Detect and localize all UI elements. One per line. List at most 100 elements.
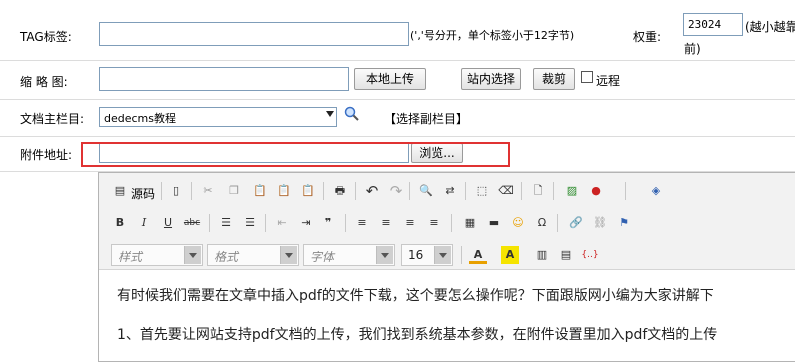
toolbar-divider <box>451 214 452 232</box>
format-placeholder: 格式 <box>214 250 239 264</box>
find-icon[interactable]: 🔍 <box>417 182 435 200</box>
cut-icon[interactable]: ✂ <box>199 182 217 200</box>
toolbar-row-3: 样式 格式 字体 16 A A ▥ ▤ {..} <box>105 241 795 269</box>
insert-code-icon[interactable]: {..} <box>581 246 599 264</box>
undo-icon[interactable]: ↶ <box>363 182 381 200</box>
select-all-icon[interactable]: ⬚ <box>473 182 491 200</box>
toolbar-divider <box>209 214 210 232</box>
content-line-1[interactable]: 有时候我们需要在文章中插入pdf的文件下载，这个要怎么操作呢？下面跟版网小编为大… <box>117 285 714 305</box>
blockquote-icon[interactable]: ❞ <box>319 214 337 232</box>
align-right-icon[interactable]: ≡ <box>401 214 419 232</box>
unlink-icon[interactable]: ⛓ <box>591 214 609 232</box>
toolbar-row-2: B I U abc ☰ ☰ ⇤ ⇥ ❞ ≡ ≡ ≡ ≡ ▦ ▬ ☺ Ω 🔗 ⛓ … <box>105 209 795 237</box>
chevron-down-icon <box>326 111 334 117</box>
category-select[interactable]: dedecms教程 <box>99 107 337 127</box>
weight-hint-2: 前) <box>684 42 701 56</box>
copy-icon[interactable]: ❐ <box>225 182 243 200</box>
remote-checkbox[interactable] <box>581 71 593 83</box>
toolbar-divider <box>521 182 522 200</box>
format-combo[interactable]: 格式 <box>207 244 299 266</box>
search-icon[interactable] <box>344 106 360 122</box>
bullet-list-icon[interactable]: ☰ <box>241 214 259 232</box>
attachment-label: 附件地址: <box>20 148 73 162</box>
toolbar-divider <box>553 182 554 200</box>
paste-word-icon[interactable]: 📋 <box>299 182 317 200</box>
tag-input[interactable] <box>99 22 409 46</box>
chevron-down-icon <box>434 246 451 264</box>
underline-icon[interactable]: U <box>159 214 177 232</box>
thumbnail-label: 缩 略 图: <box>20 75 68 89</box>
insert-file-icon[interactable]: ▤ <box>557 246 575 264</box>
toolbar-divider <box>161 182 162 200</box>
toolbar-divider <box>191 182 192 200</box>
toolbar-divider <box>323 182 324 200</box>
style-placeholder: 样式 <box>118 250 143 264</box>
category-selected: dedecms教程 <box>104 112 176 125</box>
toolbar-divider <box>557 214 558 232</box>
maximize-icon[interactable]: ◈ <box>647 182 665 200</box>
toolbar-divider <box>409 182 410 200</box>
align-center-icon[interactable]: ≡ <box>377 214 395 232</box>
editor-toolbar: ▤ 源码 ▯ ✂ ❐ 📋 📋 📋 🖶 ↶ ↷ 🔍 ⇄ ⬚ ⌫ 🗋 ▨ ● ◈ B… <box>99 173 795 270</box>
ordered-list-icon[interactable]: ☰ <box>217 214 235 232</box>
source-icon[interactable]: ▤ <box>111 182 129 200</box>
toolbar-divider <box>461 246 462 264</box>
replace-icon[interactable]: ⇄ <box>441 182 459 200</box>
size-combo[interactable]: 16 <box>401 244 453 266</box>
strikethrough-icon[interactable]: abc <box>183 214 201 232</box>
align-justify-icon[interactable]: ≡ <box>425 214 443 232</box>
site-select-button[interactable]: 站内选择 <box>461 68 521 90</box>
preview-icon[interactable]: 🗋 <box>529 182 547 200</box>
eraser-icon[interactable]: ⌫ <box>497 182 515 200</box>
weight-hint-1: (越小越靠 <box>745 20 795 34</box>
text-color-icon[interactable]: A <box>469 246 487 264</box>
anchor-flag-icon[interactable]: ⚑ <box>615 214 633 232</box>
toolbar-divider <box>625 182 626 200</box>
weight-input[interactable] <box>683 13 743 36</box>
highlight-box <box>81 142 510 167</box>
table-icon[interactable]: ▦ <box>461 214 479 232</box>
tag-label: TAG标签: <box>20 30 72 44</box>
outdent-icon[interactable]: ⇤ <box>273 214 291 232</box>
category-label: 文档主栏目: <box>20 112 85 126</box>
chevron-down-icon <box>376 246 393 264</box>
tag-row: TAG标签: (','号分开，单个标签小于12字节) 权重: (越小越靠 前) <box>0 0 795 61</box>
rich-text-editor: ▤ 源码 ▯ ✂ ❐ 📋 📋 📋 🖶 ↶ ↷ 🔍 ⇄ ⬚ ⌫ 🗋 ▨ ● ◈ B… <box>98 172 795 362</box>
content-line-2[interactable]: 1、首先要让网站支持pdf文档的上传，我们找到系统基本参数，在附件设置里加入pd… <box>117 324 717 344</box>
paste-icon[interactable]: 📋 <box>251 182 269 200</box>
image-icon[interactable]: ▨ <box>563 182 581 200</box>
link-icon[interactable]: 🔗 <box>567 214 585 232</box>
crop-button[interactable]: 裁剪 <box>533 68 575 90</box>
special-char-icon[interactable]: Ω <box>533 214 551 232</box>
bg-color-icon[interactable]: A <box>501 246 519 264</box>
source-label[interactable]: 源码 <box>131 185 155 202</box>
print-icon[interactable]: 🖶 <box>331 182 349 200</box>
chevron-down-icon <box>280 246 297 264</box>
bold-icon[interactable]: B <box>111 214 129 232</box>
indent-icon[interactable]: ⇥ <box>297 214 315 232</box>
category-row: 文档主栏目: dedecms教程 【选择副栏目】 <box>0 100 795 137</box>
remote-label: 远程 <box>596 74 621 88</box>
style-combo[interactable]: 样式 <box>111 244 203 266</box>
select-sub-category-link[interactable]: 【选择副栏目】 <box>384 110 468 127</box>
flash-icon[interactable]: ● <box>587 182 605 200</box>
align-left-icon[interactable]: ≡ <box>353 214 371 232</box>
toolbar-row-1: ▤ 源码 ▯ ✂ ❐ 📋 📋 📋 🖶 ↶ ↷ 🔍 ⇄ ⬚ ⌫ 🗋 ▨ ● ◈ <box>105 177 795 205</box>
thumbnail-row: 缩 略 图: 本地上传 站内选择 裁剪 远程 <box>0 61 795 100</box>
toolbar-divider <box>465 182 466 200</box>
font-combo[interactable]: 字体 <box>303 244 395 266</box>
toolbar-divider <box>345 214 346 232</box>
horizontal-rule-icon[interactable]: ▬ <box>485 214 503 232</box>
paste-text-icon[interactable]: 📋 <box>275 182 293 200</box>
toolbar-divider <box>355 182 356 200</box>
toolbar-divider <box>265 214 266 232</box>
document-icon[interactable]: ▯ <box>167 182 185 200</box>
chevron-down-icon <box>184 246 201 264</box>
toggle-blocks-icon[interactable]: ▥ <box>533 246 551 264</box>
font-placeholder: 字体 <box>310 250 335 264</box>
italic-icon[interactable]: I <box>135 214 153 232</box>
local-upload-button[interactable]: 本地上传 <box>354 68 426 90</box>
smiley-icon[interactable]: ☺ <box>509 214 527 232</box>
thumbnail-input[interactable] <box>99 67 349 91</box>
redo-icon[interactable]: ↷ <box>387 182 405 200</box>
